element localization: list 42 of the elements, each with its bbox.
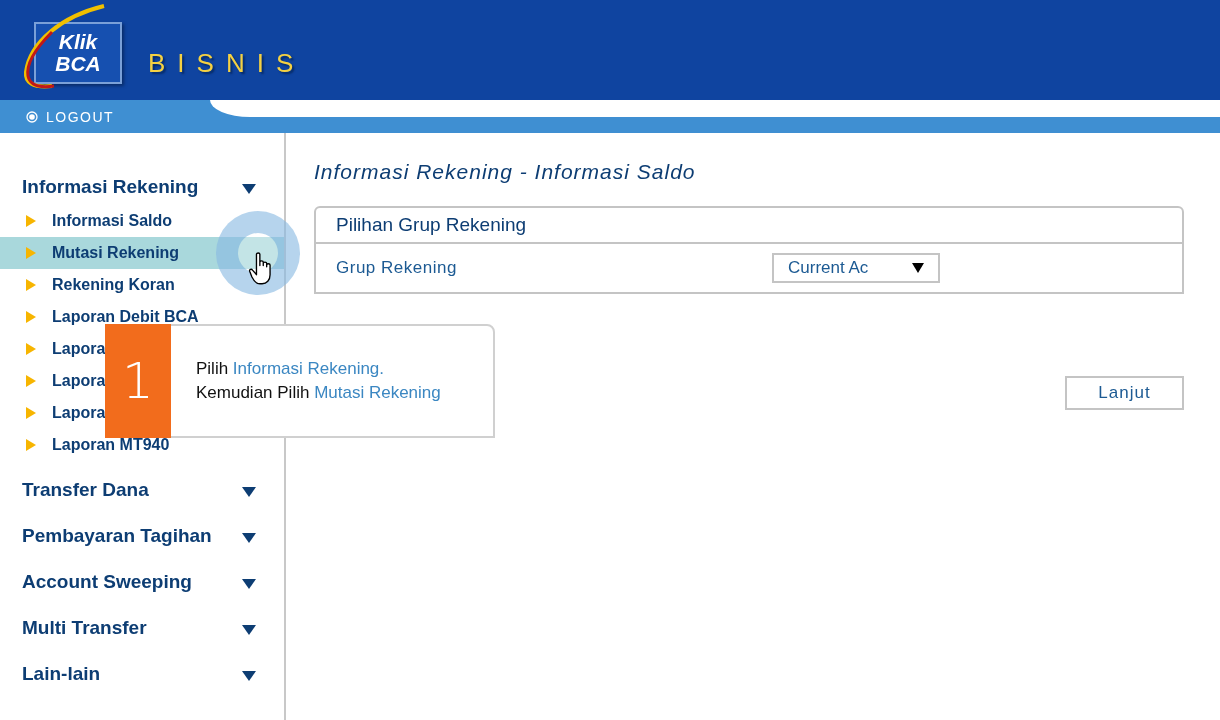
menu-item[interactable]: Rekening Koran [52,276,175,294]
instruction-text: Kemudian Pilih Mutasi Rekening [196,383,441,403]
caret-icon [242,579,256,589]
triangle-icon [26,439,36,451]
brand-title: BISNIS [148,47,306,79]
step-number: 1 [105,324,171,438]
menu-item[interactable]: Lapora [52,404,106,422]
menu-group[interactable]: Multi Transfer [0,605,284,651]
logo-text: BCA [55,53,101,75]
next-button[interactable]: Lanjut [1065,376,1184,410]
caret-icon [242,487,256,497]
caret-icon [242,184,256,194]
field-label: Grup Rekening [336,258,458,278]
caret-icon [242,625,256,635]
triangle-icon [26,279,36,291]
dropdown-field[interactable]: Current Ac [772,253,940,283]
instruction-text: Pilih Informasi Rekening. [196,359,386,379]
menu-item[interactable]: Mutasi Rekening [52,244,180,262]
menu-group[interactable]: Pembayaran Tagihan [0,513,284,559]
menu-item[interactable]: Laporan MT940 [52,436,170,454]
triangle-icon [26,343,36,355]
page-title: Informasi Rekening - Informasi Saldo [314,160,697,184]
hand-cursor-icon [248,252,274,286]
triangle-icon [26,407,36,419]
menu-item[interactable]: Lapora [52,372,106,390]
menu-item[interactable]: Informasi Saldo [52,212,173,230]
menu-item[interactable]: Laporan Debit BCA [52,308,199,326]
triangle-icon [26,311,36,323]
menu-group[interactable]: Transfer Dana [0,467,284,513]
menu-group[interactable]: Lain-lain [0,651,284,697]
caret-icon [242,671,256,681]
triangle-icon [26,375,36,387]
radio-icon [26,110,38,123]
panel-title: Pilihan Grup Rekening [316,208,1182,244]
menu-group[interactable]: Informasi Rekening [0,171,284,203]
dropdown-caret-icon [912,263,924,273]
menu-group[interactable]: Account Sweeping [0,559,284,605]
triangle-icon [26,215,36,227]
logo-text: Klik [58,31,98,53]
menu-item[interactable]: Lapora [52,340,106,358]
triangle-icon [26,247,36,259]
caret-icon [242,533,256,543]
